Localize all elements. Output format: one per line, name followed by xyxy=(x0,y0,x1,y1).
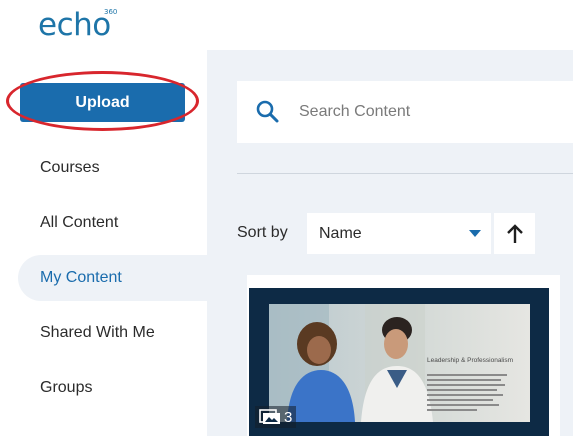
slide-title-text: Leadership & Professionalism xyxy=(427,357,513,364)
thumbnail-image: Leadership & Professionalism xyxy=(269,304,530,422)
sort-selected-value: Name xyxy=(319,224,362,242)
arrow-up-icon xyxy=(506,223,523,243)
app-window: echo 360 Upload Courses All Content My C… xyxy=(0,0,573,436)
content-thumbnail[interactable]: Leadership & Professionalism 3 xyxy=(249,288,549,436)
content-card[interactable]: Leadership & Professionalism 3 xyxy=(247,275,560,436)
logo-text: echo xyxy=(38,7,111,43)
search-bar[interactable] xyxy=(237,81,573,143)
sidebar-item-courses[interactable]: Courses xyxy=(18,145,210,191)
media-count: 3 xyxy=(284,408,293,426)
sidebar-item-groups[interactable]: Groups xyxy=(18,365,210,411)
divider xyxy=(237,173,573,174)
sidebar-item-shared-with-me[interactable]: Shared With Me xyxy=(18,310,210,356)
sort-dropdown[interactable]: Name xyxy=(307,213,491,254)
image-stack-icon xyxy=(259,409,280,424)
main-content: Sort by Name xyxy=(207,50,573,436)
media-count-badge: 3 xyxy=(255,406,297,428)
logo-superscript: 360 xyxy=(104,8,118,16)
sidebar: Upload Courses All Content My Content Sh… xyxy=(0,60,210,436)
search-input[interactable] xyxy=(297,102,561,122)
sort-by-label: Sort by xyxy=(237,224,288,241)
sort-direction-button[interactable] xyxy=(494,213,535,254)
sidebar-item-all-content[interactable]: All Content xyxy=(18,200,210,246)
echo360-logo: echo 360 xyxy=(38,7,117,43)
upload-highlight-annotation xyxy=(6,71,199,131)
chevron-down-icon xyxy=(469,230,481,237)
search-icon[interactable] xyxy=(255,99,281,125)
sidebar-item-my-content[interactable]: My Content xyxy=(18,255,210,301)
